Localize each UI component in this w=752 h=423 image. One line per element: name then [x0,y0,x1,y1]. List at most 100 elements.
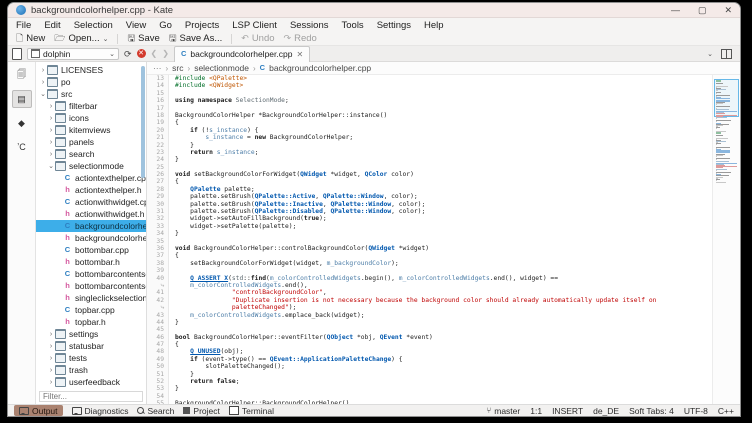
close-icon[interactable]: ✕ [724,6,732,15]
code-line: 18BackgroundColorHelper *BackgroundColor… [147,112,712,119]
encoding[interactable]: UTF-8 [684,406,708,416]
chevron-right-icon[interactable]: › [47,103,55,110]
tab-close-icon[interactable]: ✕ [296,50,303,59]
dictionary[interactable]: de_DE [593,406,619,416]
code-view[interactable]: 13#include <QPalette>14#include <QWidget… [147,75,712,404]
cursor-position[interactable]: 1:1 [530,406,542,416]
tab-mode[interactable]: Soft Tabs: 4 [629,406,674,416]
reload-icon[interactable]: ⟳ [124,49,132,59]
tree-file[interactable]: htopbar.h [36,316,146,328]
tree-folder[interactable]: ›tests [36,352,146,364]
chevron-right-icon[interactable]: › [47,331,55,338]
chevron-right-icon[interactable]: › [47,127,55,134]
bottom-tab-search[interactable]: Search [137,406,174,416]
menu-edit[interactable]: Edit [44,20,60,31]
breadcrumb-item[interactable]: src [172,63,183,73]
tree-file[interactable]: Cbackgroundcolorhelper.c... [36,220,146,232]
menu-help[interactable]: Help [424,20,444,31]
tree-folder[interactable]: ›kitemviews [36,124,146,136]
tree-file[interactable]: Cbottombarcontentscont... [36,268,146,280]
split-view-icon[interactable] [721,49,732,59]
tree-folder[interactable]: ›icons [36,112,146,124]
tree-folder[interactable]: ›search [36,148,146,160]
tree-file[interactable]: Cactionwithwidget.cpp [36,196,146,208]
chevron-right-icon[interactable]: › [39,67,47,74]
chevron-down-icon[interactable]: ⌄ [47,162,55,170]
tree-folder[interactable]: ›filterbar [36,100,146,112]
tree-file[interactable]: hbottombarcontentscont... [36,280,146,292]
chevron-right-icon[interactable]: › [39,79,47,86]
tree-folder[interactable]: ›trash [36,364,146,376]
sidebar-tool-git[interactable]: ◆ [12,114,32,132]
sidebar-tool-documents[interactable]: 🗐 [12,66,32,84]
bottom-tab-project[interactable]: Project [183,406,219,416]
project-combobox[interactable]: dolphin ⌄ [27,48,119,60]
tree-file[interactable]: hactionwithwidget.h [36,208,146,220]
menu-lsp-client[interactable]: LSP Client [232,20,277,31]
breadcrumb-item[interactable]: backgroundcolorhelper.cpp [269,63,371,73]
chevron-right-icon[interactable]: › [47,151,55,158]
filter-input[interactable] [39,391,143,402]
tree-folder[interactable]: ›po [36,76,146,88]
chevron-right-icon[interactable]: › [47,355,55,362]
redo-button[interactable]: ↷Redo [284,33,317,44]
breadcrumb-ellipsis[interactable]: ⋯ [153,63,162,74]
tree-file[interactable]: Cbottombar.cpp [36,244,146,256]
save-as-button[interactable]: 🖫Save As... [169,33,222,44]
syntax-language[interactable]: C++ [718,406,734,416]
chevron-right-icon[interactable]: › [47,115,55,122]
tree-file[interactable]: hsingleclickselectionproxy... [36,292,146,304]
close-project-icon[interactable]: ✕ [137,49,146,58]
back-icon[interactable]: ❮ [151,49,158,58]
tree-file[interactable]: hactiontexthelper.h [36,184,146,196]
tree-folder[interactable]: ›panels [36,136,146,148]
chevron-right-icon[interactable]: › [47,343,55,350]
chevron-down-icon[interactable]: ⌄ [39,90,47,98]
minimize-icon[interactable]: — [671,6,680,15]
menu-selection[interactable]: Selection [74,20,113,31]
title-bar[interactable]: backgroundcolorhelper.cpp - Kate — ▢ ✕ [8,3,740,18]
maximize-icon[interactable]: ▢ [698,6,707,15]
tree-folder[interactable]: ›statusbar [36,340,146,352]
input-mode[interactable]: INSERT [552,406,583,416]
save-button[interactable]: 🖫Save [127,33,159,44]
menu-sessions[interactable]: Sessions [290,20,329,31]
bottom-tab-terminal[interactable]: Terminal [229,406,274,416]
open-document-button[interactable]: 🗁Open...⌄ [54,33,108,44]
chevron-down-icon[interactable]: ⌄ [103,35,109,43]
chevron-right-icon[interactable]: › [47,139,55,146]
chevron-right-icon[interactable]: › [47,367,55,374]
tree-file[interactable]: Cactiontexthelper.cpp [36,172,146,184]
chevron-right-icon[interactable]: › [47,379,55,386]
menu-projects[interactable]: Projects [185,20,219,31]
tree-folder[interactable]: ⌄src [36,88,146,100]
tree-scrollbar[interactable] [141,66,145,178]
tree-folder[interactable]: ›userfeedback [36,376,146,388]
menu-file[interactable]: File [16,20,31,31]
tab-label: backgroundcolorhelper.cpp [190,49,292,59]
tree-folder[interactable]: ›LICENSES [36,64,146,76]
sidebar-tool-lsp-symbols[interactable]: ʼC [12,138,32,156]
sidebar-tool-filesystem-browser[interactable]: ▤ [12,90,32,108]
tree-file[interactable]: Ctopbar.cpp [36,304,146,316]
menu-tools[interactable]: Tools [342,20,364,31]
bottom-tab-diagnostics[interactable]: Diagnostics [72,406,129,416]
breadcrumb[interactable]: ⋯›src›selectionmode›Cbackgroundcolorhelp… [147,62,740,75]
tree-folder[interactable]: ⌄selectionmode [36,160,146,172]
tree-file[interactable]: hbackgroundcolorhelper.h [36,232,146,244]
breadcrumb-item[interactable]: selectionmode [194,63,249,73]
menu-settings[interactable]: Settings [377,20,411,31]
menu-view[interactable]: View [126,20,146,31]
minimap-scrollbar[interactable] [712,75,740,404]
tree-folder[interactable]: ›settings [36,328,146,340]
menu-go[interactable]: Go [159,20,172,31]
bottom-tab-output[interactable]: Output [14,405,63,416]
tab-backgroundcolorhelper[interactable]: C backgroundcolorhelper.cpp ✕ [174,46,310,63]
undo-button[interactable]: ↶Undo [241,33,274,44]
new-document-button[interactable]: 🗋New [16,33,45,44]
tree-file[interactable]: hbottombar.h [36,256,146,268]
more-documents-icon[interactable]: ⌄ [707,50,713,58]
git-branch[interactable]: master [494,406,520,416]
forward-icon[interactable]: ❯ [162,49,169,58]
documents-icon[interactable] [12,48,22,60]
